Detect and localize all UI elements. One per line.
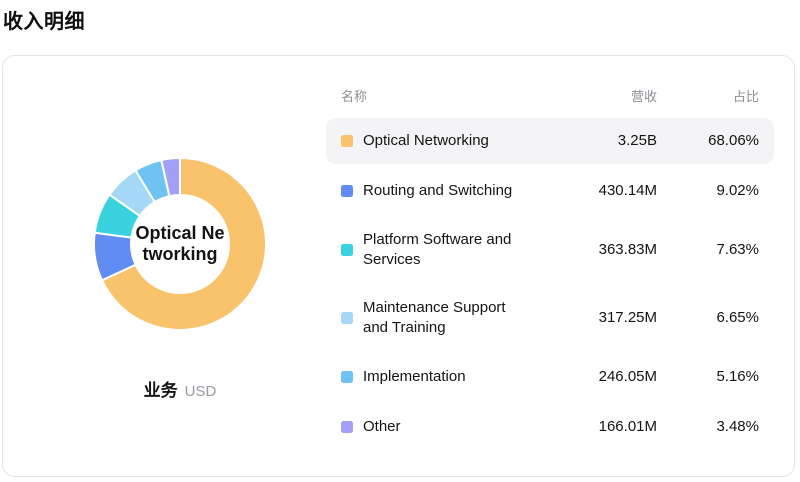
series-label: Other bbox=[363, 417, 531, 437]
table-row[interactable]: Implementation 246.05M 5.16% bbox=[326, 354, 774, 400]
revenue-card: Optical Ne tworking 业务 USD 名称 营收 占比 Optic… bbox=[2, 55, 795, 477]
table-header-share: 占比 bbox=[657, 86, 759, 105]
series-label: Platform Software and Services bbox=[363, 230, 531, 270]
table-row[interactable]: Platform Software and Services 363.83M 7… bbox=[326, 218, 774, 282]
series-share: 3.48% bbox=[657, 417, 759, 437]
series-color-swatch bbox=[341, 312, 353, 324]
series-share: 6.65% bbox=[657, 308, 759, 328]
donut-chart-pane: Optical Ne tworking 业务 USD bbox=[3, 56, 326, 476]
series-revenue: 317.25M bbox=[531, 308, 657, 328]
series-color-swatch bbox=[341, 185, 353, 197]
chart-footer-unit: USD bbox=[185, 383, 217, 400]
series-share: 7.63% bbox=[657, 240, 759, 260]
table-header-name: 名称 bbox=[341, 86, 531, 105]
series-revenue: 246.05M bbox=[531, 367, 657, 387]
series-label: Optical Networking bbox=[363, 131, 531, 151]
series-label: Routing and Switching bbox=[363, 181, 531, 201]
revenue-breakdown-page: 收入明细 Optical Ne tworking 业务 USD 名称 营收 占比 … bbox=[0, 0, 800, 482]
series-share: 68.06% bbox=[657, 131, 759, 151]
series-color-swatch bbox=[341, 244, 353, 256]
table-body: Optical Networking 3.25B 68.06% Routing … bbox=[326, 118, 774, 450]
page-title: 收入明细 bbox=[3, 5, 85, 34]
chart-footer-label: 业务 bbox=[144, 381, 178, 400]
revenue-table: 名称 营收 占比 Optical Networking 3.25B 68.06%… bbox=[326, 56, 794, 476]
series-label: Maintenance Support and Training bbox=[363, 298, 531, 338]
series-revenue: 363.83M bbox=[531, 240, 657, 260]
series-revenue: 166.01M bbox=[531, 417, 657, 437]
series-share: 9.02% bbox=[657, 181, 759, 201]
table-header-revenue: 营收 bbox=[531, 86, 657, 105]
donut-chart-svg bbox=[85, 149, 275, 339]
donut-chart: Optical Ne tworking bbox=[85, 149, 275, 339]
series-revenue: 430.14M bbox=[531, 181, 657, 201]
table-row[interactable]: Maintenance Support and Training 317.25M… bbox=[326, 286, 774, 350]
series-share: 5.16% bbox=[657, 367, 759, 387]
table-header-row: 名称 营收 占比 bbox=[326, 86, 774, 105]
series-color-swatch bbox=[341, 421, 353, 433]
series-color-swatch bbox=[341, 371, 353, 383]
table-row[interactable]: Other 166.01M 3.48% bbox=[326, 404, 774, 450]
table-row[interactable]: Routing and Switching 430.14M 9.02% bbox=[326, 168, 774, 214]
chart-footer: 业务 USD bbox=[85, 376, 275, 401]
series-color-swatch bbox=[341, 135, 353, 147]
table-row[interactable]: Optical Networking 3.25B 68.06% bbox=[326, 118, 774, 164]
series-revenue: 3.25B bbox=[531, 131, 657, 151]
series-label: Implementation bbox=[363, 367, 531, 387]
